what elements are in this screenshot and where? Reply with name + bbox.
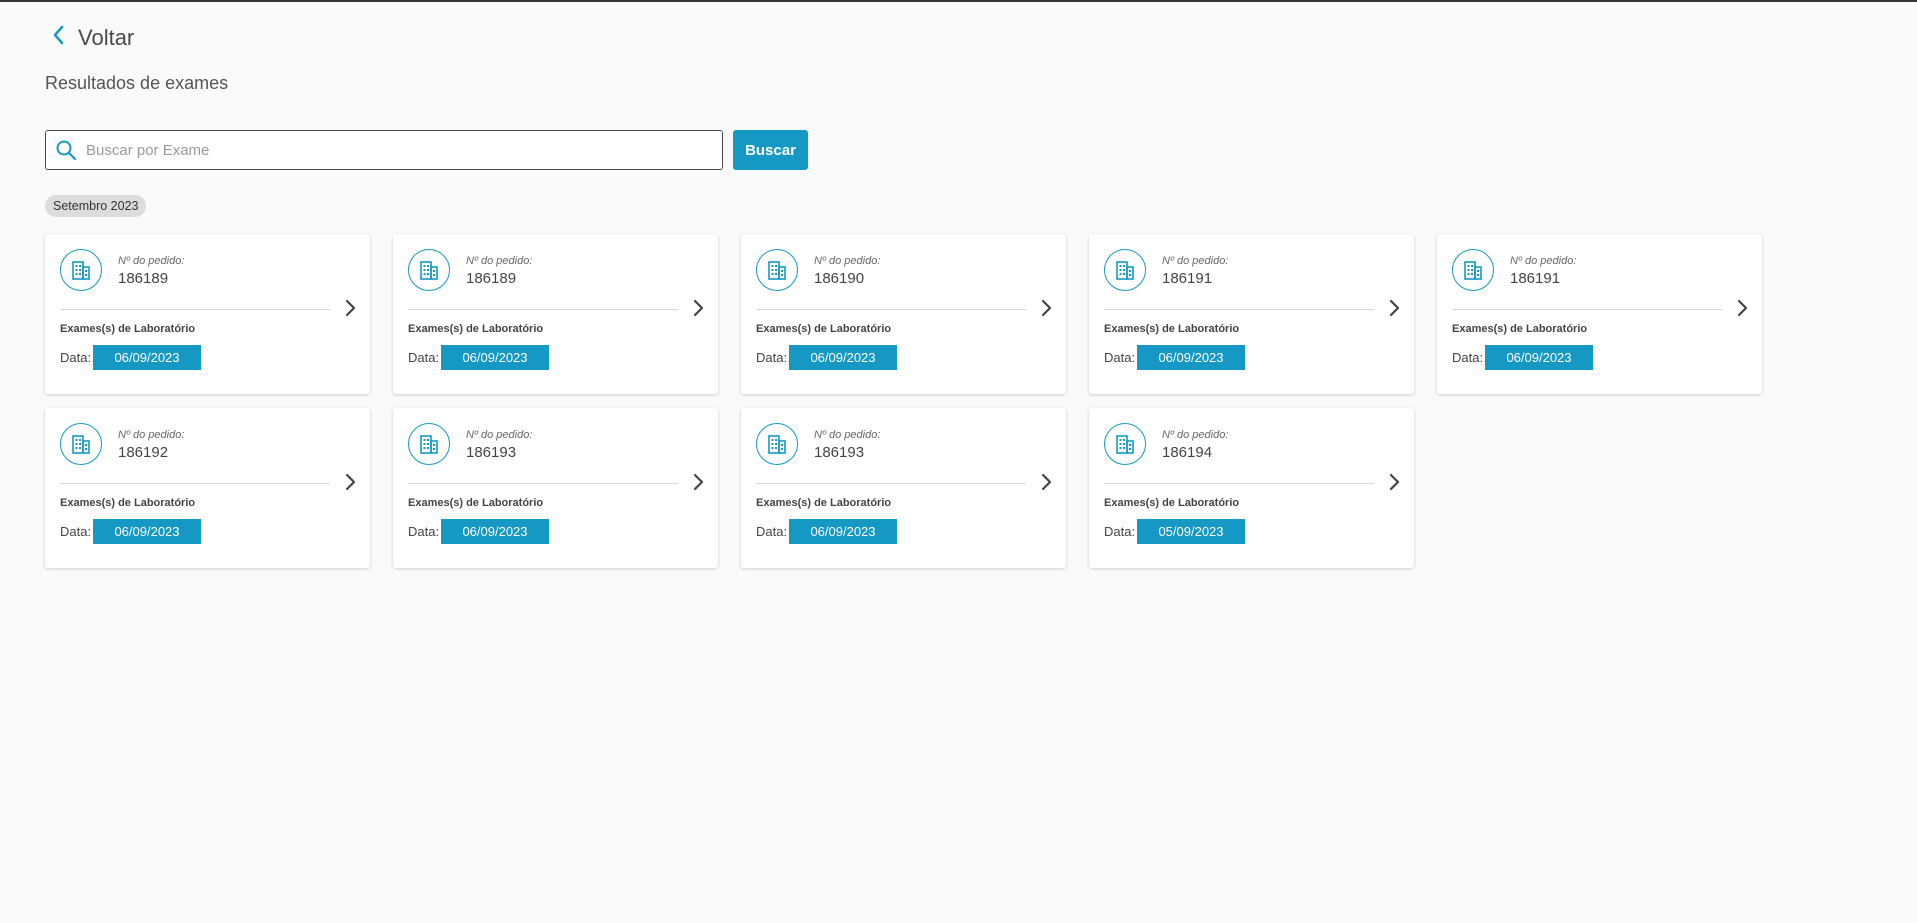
- search-box: [45, 130, 723, 170]
- page-title: Resultados de exames: [45, 73, 229, 93]
- chevron-right-icon[interactable]: [1038, 470, 1056, 494]
- order-number: 186194: [1162, 444, 1213, 461]
- exam-card[interactable]: Nº do pedido: 186189 Exames(s) de Labora…: [45, 234, 370, 394]
- date-badge: 06/09/2023: [441, 519, 549, 544]
- exam-card[interactable]: Nº do pedido: 186191 Exames(s) de Labora…: [1089, 234, 1414, 394]
- chevron-right-icon[interactable]: [342, 296, 360, 320]
- chevron-right-icon[interactable]: [1386, 296, 1404, 320]
- order-label: Nº do pedido:: [118, 255, 185, 267]
- divider: [60, 483, 330, 484]
- exam-card[interactable]: Nº do pedido: 186192 Exames(s) de Labora…: [45, 408, 370, 568]
- back-button[interactable]: Voltar: [50, 24, 134, 51]
- exam-cards-grid: Nº do pedido: 186189 Exames(s) de Labora…: [45, 234, 1762, 568]
- exam-type: Exames(s) de Laboratório: [1104, 497, 1240, 509]
- divider: [756, 309, 1026, 310]
- exam-card[interactable]: Nº do pedido: 186194 Exames(s) de Labora…: [1089, 408, 1414, 568]
- building-icon: [756, 249, 798, 291]
- exam-type: Exames(s) de Laboratório: [60, 497, 196, 509]
- chevron-right-icon[interactable]: [342, 470, 360, 494]
- divider: [408, 309, 678, 310]
- search-button[interactable]: Buscar: [733, 130, 808, 170]
- exam-type: Exames(s) de Laboratório: [60, 323, 196, 335]
- order-number: 186192: [118, 444, 169, 461]
- date-label: Data:: [60, 350, 92, 365]
- exam-type: Exames(s) de Laboratório: [408, 497, 544, 509]
- order-number: 186193: [466, 444, 517, 461]
- divider: [1104, 483, 1374, 484]
- exam-card[interactable]: Nº do pedido: 186190 Exames(s) de Labora…: [741, 234, 1066, 394]
- date-badge: 05/09/2023: [1137, 519, 1245, 544]
- order-label: Nº do pedido:: [1162, 255, 1229, 267]
- date-label: Data:: [1104, 524, 1136, 539]
- order-label: Nº do pedido:: [466, 255, 533, 267]
- date-label: Data:: [60, 524, 92, 539]
- divider: [1104, 309, 1374, 310]
- order-label: Nº do pedido:: [814, 255, 881, 267]
- exam-type: Exames(s) de Laboratório: [1104, 323, 1240, 335]
- exam-type: Exames(s) de Laboratório: [408, 323, 544, 335]
- building-icon: [408, 249, 450, 291]
- building-icon: [1452, 249, 1494, 291]
- building-icon: [60, 423, 102, 465]
- date-label: Data:: [408, 524, 440, 539]
- date-label: Data:: [1452, 350, 1484, 365]
- exam-card[interactable]: Nº do pedido: 186193 Exames(s) de Labora…: [741, 408, 1066, 568]
- chevron-right-icon[interactable]: [690, 296, 708, 320]
- divider: [1452, 309, 1722, 310]
- date-badge: 06/09/2023: [1485, 345, 1593, 370]
- divider: [408, 483, 678, 484]
- order-number: 186193: [814, 444, 865, 461]
- chevron-right-icon[interactable]: [1734, 296, 1752, 320]
- order-label: Nº do pedido:: [466, 429, 533, 441]
- month-chip: Setembro 2023: [45, 195, 147, 217]
- search-input[interactable]: [86, 131, 722, 169]
- building-icon: [756, 423, 798, 465]
- order-number: 186191: [1510, 270, 1561, 287]
- search-icon: [46, 139, 86, 161]
- building-icon: [1104, 249, 1146, 291]
- order-label: Nº do pedido:: [1162, 429, 1229, 441]
- order-number: 186189: [118, 270, 169, 287]
- exam-card[interactable]: Nº do pedido: 186191 Exames(s) de Labora…: [1437, 234, 1762, 394]
- chevron-left-icon: [50, 24, 68, 51]
- exam-card[interactable]: Nº do pedido: 186193 Exames(s) de Labora…: [393, 408, 718, 568]
- exam-type: Exames(s) de Laboratório: [1452, 323, 1588, 335]
- date-badge: 06/09/2023: [441, 345, 549, 370]
- top-border: [0, 0, 1917, 2]
- exam-type: Exames(s) de Laboratório: [756, 323, 892, 335]
- chevron-right-icon[interactable]: [1386, 470, 1404, 494]
- chevron-right-icon[interactable]: [1038, 296, 1056, 320]
- date-label: Data:: [408, 350, 440, 365]
- date-badge: 06/09/2023: [93, 345, 201, 370]
- date-badge: 06/09/2023: [1137, 345, 1245, 370]
- date-badge: 06/09/2023: [93, 519, 201, 544]
- chevron-right-icon[interactable]: [690, 470, 708, 494]
- date-badge: 06/09/2023: [789, 345, 897, 370]
- date-label: Data:: [756, 524, 788, 539]
- order-number: 186190: [814, 270, 865, 287]
- order-number: 186191: [1162, 270, 1213, 287]
- order-label: Nº do pedido:: [118, 429, 185, 441]
- divider: [60, 309, 330, 310]
- building-icon: [1104, 423, 1146, 465]
- divider: [756, 483, 1026, 484]
- order-number: 186189: [466, 270, 517, 287]
- back-label: Voltar: [78, 24, 135, 50]
- exam-type: Exames(s) de Laboratório: [756, 497, 892, 509]
- building-icon: [60, 249, 102, 291]
- date-label: Data:: [756, 350, 788, 365]
- order-label: Nº do pedido:: [814, 429, 881, 441]
- date-label: Data:: [1104, 350, 1136, 365]
- building-icon: [408, 423, 450, 465]
- date-badge: 06/09/2023: [789, 519, 897, 544]
- order-label: Nº do pedido:: [1510, 255, 1577, 267]
- exam-card[interactable]: Nº do pedido: 186189 Exames(s) de Labora…: [393, 234, 718, 394]
